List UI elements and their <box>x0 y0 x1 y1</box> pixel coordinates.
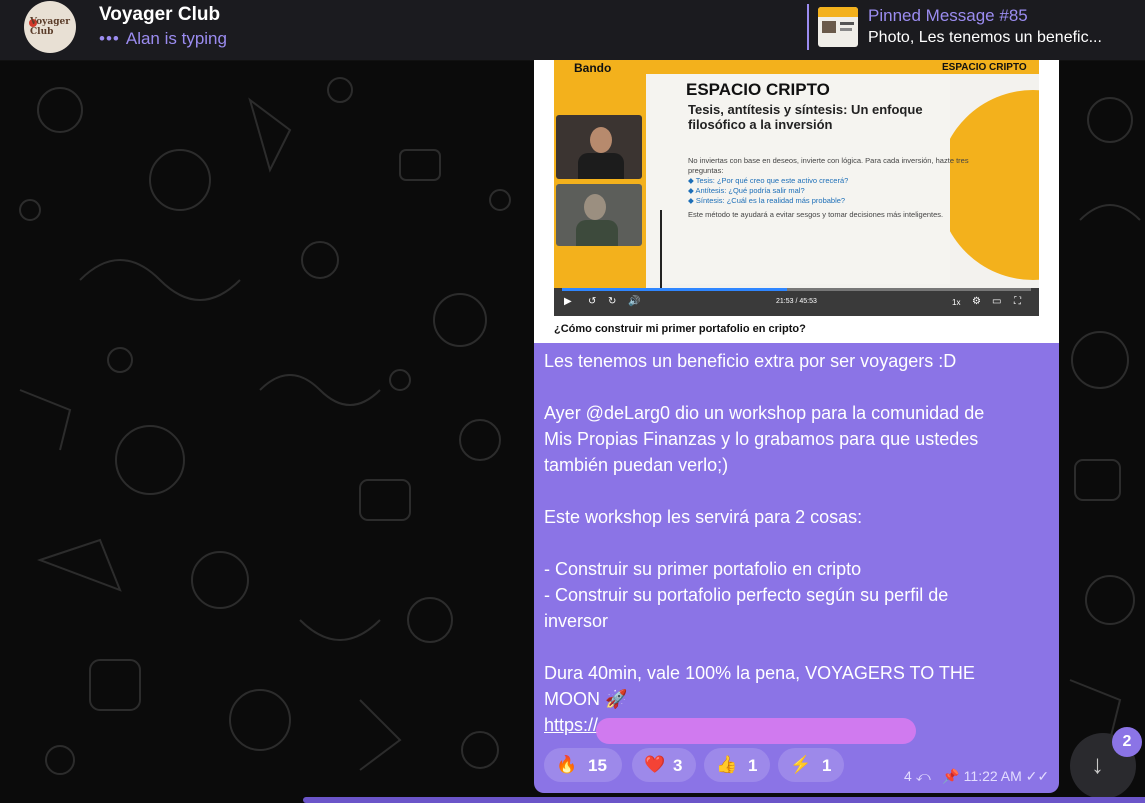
redaction-scribble <box>596 718 916 744</box>
message-meta: 4 ⤺ 📌 11:22 AM ✓✓ <box>904 768 1049 785</box>
message-line: - Construir su portafolio perfecto según… <box>544 585 949 605</box>
reaction-heart[interactable]: ❤️ 3 <box>632 748 696 782</box>
message-line: Mis Propias Finanzas y lo grabamos para … <box>544 429 979 449</box>
message-line <box>544 374 1049 400</box>
unread-badge: 2 <box>1112 727 1142 757</box>
speed-label: 1x <box>952 298 961 307</box>
message-time: 11:22 AM <box>963 768 1022 784</box>
slide-point: ◆ Antítesis: ¿Qué podría salir mal? <box>688 186 805 195</box>
composer-edge <box>303 797 1145 803</box>
fullscreen-icon: ⛶ <box>1014 296 1021 307</box>
message-line: inversor <box>544 611 609 631</box>
video-progress-bar <box>562 288 1031 291</box>
forward-icon: ↻ <box>608 296 617 307</box>
typing-dots-icon: ••• <box>99 29 120 48</box>
pinned-message[interactable]: Pinned Message #85 Photo, Les tenemos un… <box>807 4 1137 50</box>
reply-count: 4 <box>904 768 912 784</box>
pinned-thumbnail <box>818 7 858 47</box>
message-line <box>544 530 1049 556</box>
chat-header: Voyager Club Voyager Club ••• Alan is typ… <box>0 0 1145 61</box>
webcam-presenter-1 <box>556 115 642 179</box>
reaction-count: 3 <box>673 756 683 775</box>
settings-icon: ⚙ <box>972 296 981 307</box>
message-line: Este workshop les servirá para 2 cosas: <box>544 507 863 527</box>
slide-header-label: ESPACIO CRIPTO <box>942 62 1027 73</box>
message-line <box>544 634 1049 660</box>
reply-icon: ⤺ <box>915 768 931 784</box>
message-line: Dura 40min, vale 100% la pena, VOYAGERS … <box>544 663 975 683</box>
read-check-icon: ✓✓ <box>1025 768 1050 784</box>
slide-point: ◆ Tesis: ¿Por qué creo que este activo c… <box>688 176 849 185</box>
slide-outro: Este método te ayudará a evitar sesgos y… <box>688 210 944 219</box>
pinned-indicator-bar <box>807 4 809 50</box>
typing-text: Alan is typing <box>125 29 227 48</box>
message-text: Les tenemos un beneficio extra por ser v… <box>544 348 1049 738</box>
webcam-presenter-2 <box>556 184 642 246</box>
slide-subtitle: Tesis, antítesis y síntesis: Un enfoque … <box>688 102 923 132</box>
video-caption: ¿Cómo construir mi primer portafolio en … <box>554 323 806 335</box>
pinned-text: Photo, Les tenemos un benefic... <box>868 29 1102 46</box>
message-line: - Construir su primer portafolio en crip… <box>544 559 862 579</box>
arrow-down-icon: ↓ <box>1091 749 1104 779</box>
slide-cursor-line <box>660 210 662 290</box>
message-line: Ayer @deLarg0 dio un workshop para la co… <box>544 403 985 423</box>
typing-status: ••• Alan is typing <box>99 29 227 49</box>
pin-icon: 📌 <box>942 768 960 784</box>
reaction-count: 1 <box>748 756 758 775</box>
slide-title: ESPACIO CRIPTO <box>686 80 830 99</box>
volume-icon: 🔊 <box>628 296 641 307</box>
fire-icon: 🔥 <box>556 755 578 774</box>
reaction-thumbs-up[interactable]: 👍 1 <box>704 748 770 782</box>
message-photo[interactable]: Bando ESPACIO CRIPTO ESPACIO CRIPTO Tesi… <box>534 60 1059 343</box>
message-line: Les tenemos un beneficio extra por ser v… <box>544 351 957 371</box>
avatar[interactable]: Voyager Club <box>24 1 76 53</box>
lightning-icon: ⚡ <box>790 755 812 774</box>
reaction-lightning[interactable]: ⚡ 1 <box>778 748 844 782</box>
video-controls: ▶ ↺ ↻ 🔊 21:53 / 45:53 1x ⚙ ▭ ⛶ <box>554 288 1039 316</box>
rewind-icon: ↺ <box>588 296 597 307</box>
message-line: también puedan verlo;) <box>544 455 729 475</box>
avatar-label: Voyager Club <box>30 17 70 37</box>
message-line: MOON 🚀 <box>544 689 628 709</box>
thumbs-up-icon: 👍 <box>716 755 738 774</box>
bando-logo: Bando <box>574 61 612 75</box>
video-progress-fill <box>562 288 788 291</box>
reaction-count: 15 <box>588 756 607 775</box>
video-screenshot: Bando ESPACIO CRIPTO ESPACIO CRIPTO Tesi… <box>554 60 1039 316</box>
chat-title[interactable]: Voyager Club <box>99 4 220 26</box>
reaction-count: 1 <box>822 756 832 775</box>
video-time: 21:53 / 45:53 <box>776 298 817 305</box>
message-line <box>544 478 1049 504</box>
heart-icon: ❤️ <box>644 755 666 774</box>
slide-point: ◆ Síntesis: ¿Cuál es la realidad más pro… <box>688 196 846 205</box>
reaction-fire[interactable]: 🔥 15 <box>544 748 622 782</box>
pip-icon: ▭ <box>992 296 1002 307</box>
message-bubble: Bando ESPACIO CRIPTO ESPACIO CRIPTO Tesi… <box>534 60 1059 793</box>
slide-body: No inviertas con base en deseos, inviert… <box>688 156 988 220</box>
pinned-title: Pinned Message #85 <box>868 6 1028 25</box>
slide-intro: No inviertas con base en deseos, inviert… <box>688 156 969 175</box>
play-icon: ▶ <box>564 296 572 307</box>
